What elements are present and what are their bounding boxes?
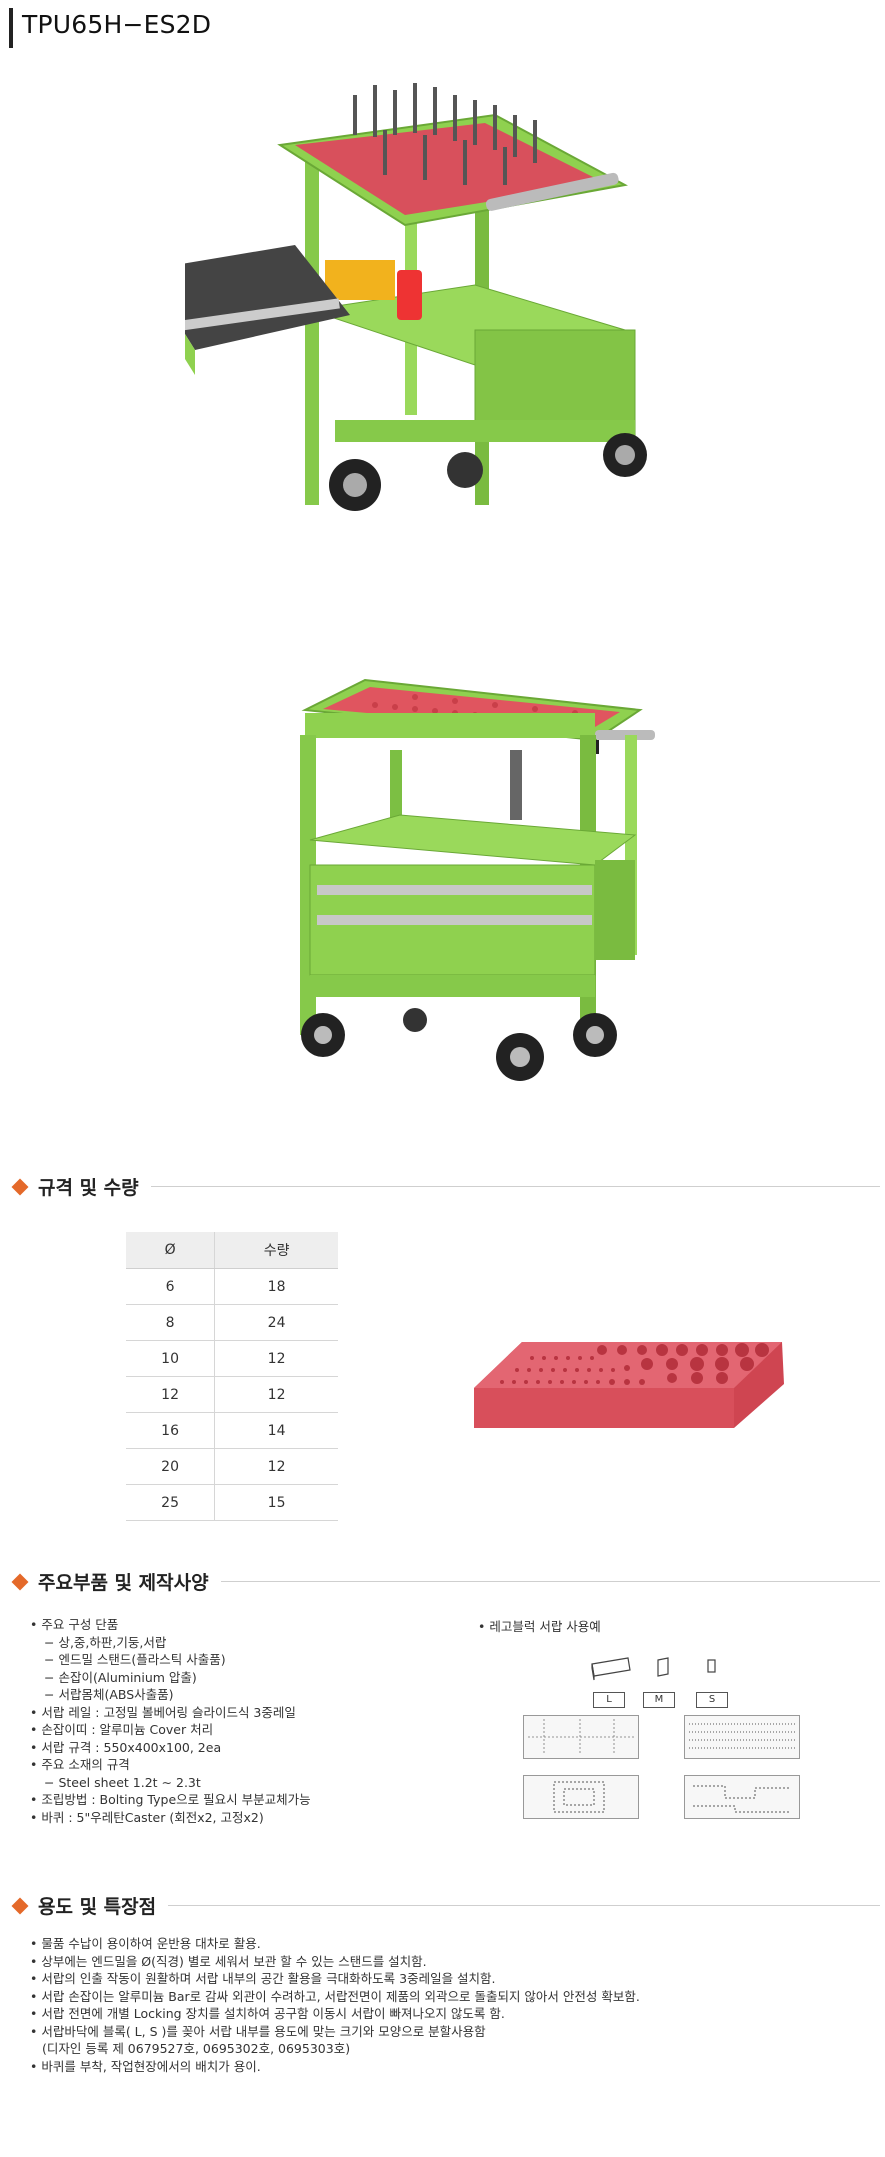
table-row: 10 12: [126, 1340, 338, 1377]
list-item: 서랍의 인출 작동이 원활하며 서랍 내부의 공간 활용을 극대화하도록 3중레…: [30, 1970, 640, 1988]
section-divider: [168, 1905, 880, 1906]
list-item: 주요 구성 단품: [30, 1616, 311, 1634]
list-item: 서랍바닥에 블록( L, S )를 꽂아 서랍 내부를 용도에 맞는 크기와 모…: [30, 2023, 640, 2041]
section-title: 규격 및 수량: [38, 1177, 139, 1199]
section-divider: [220, 1581, 880, 1582]
section-parts-heading: 주요부품 및 제작사양: [10, 1568, 880, 1595]
column-header-quantity: 수량: [214, 1232, 338, 1269]
cell-quantity: 12: [214, 1448, 338, 1485]
cart-open-drawer-image: [185, 83, 647, 511]
cart-closed-image: [300, 678, 655, 1081]
table-row: 12 12: [126, 1376, 338, 1413]
list-subitem: − 손잡이(Aluminium 압출): [44, 1669, 197, 1685]
list-item: 바퀴 : 5"우레탄Caster (회전x2, 고정x2): [30, 1809, 311, 1827]
section-title: 용도 및 특장점: [38, 1896, 157, 1918]
lego-layout-example-1: [523, 1715, 639, 1759]
uses-features-list: 물품 수납이 용이하여 운반용 대차로 활용. 상부에는 엔드밀을 Ø(직경) …: [30, 1935, 640, 2076]
list-subitem: − Steel sheet 1.2t ∼ 2.3t: [44, 1774, 201, 1790]
section-title: 주요부품 및 제작사양: [38, 1572, 209, 1594]
list-item: 서랍 레일 : 고정밀 볼베어링 슬라이드식 3중레일: [30, 1704, 311, 1722]
endmill-stand-tray-image: [474, 1342, 784, 1428]
list-item: 바퀴를 부착, 작업현장에서의 배치가 용이.: [30, 2058, 640, 2076]
cell-quantity: 24: [214, 1304, 338, 1341]
list-item: 상부에는 엔드밀을 Ø(직경) 별로 세워서 보관 할 수 있는 스탠드를 설치…: [30, 1953, 640, 1971]
product-title: TPU65H−ES2D: [22, 10, 212, 39]
lego-tag-s: S: [696, 1692, 728, 1708]
cell-diameter: 6: [126, 1268, 216, 1305]
list-subitem: (디자인 등록 제 0679527호, 0695302호, 0695303호): [42, 2041, 351, 2056]
cell-quantity: 18: [214, 1268, 338, 1305]
table-row: 20 12: [126, 1448, 338, 1485]
section-spec-heading: 규격 및 수량: [10, 1173, 880, 1200]
diamond-bullet-icon: [11, 1897, 29, 1914]
cell-diameter: 25: [126, 1484, 216, 1521]
table-row: 6 18: [126, 1268, 338, 1305]
list-item: 주요 소재의 규격: [30, 1756, 311, 1774]
list-item: 손잡이띠 : 알루미늄 Cover 처리: [30, 1721, 311, 1739]
cell-quantity: 14: [214, 1412, 338, 1449]
list-subitem: − 상,중,하판,기둥,서랍: [44, 1634, 167, 1650]
spec-table: Ø 수량 6 18 8 24 10 12 12 12 16 14 20 12 25 15: [126, 1232, 338, 1521]
table-row: 16 14: [126, 1412, 338, 1449]
parts-spec-list: 주요 구성 단품 − 상,중,하판,기둥,서랍 − 엔드밀 스탠드(플라스틱 사…: [30, 1616, 311, 1827]
cell-diameter: 16: [126, 1412, 216, 1449]
table-row: 8 24: [126, 1304, 338, 1341]
cell-quantity: 12: [214, 1340, 338, 1377]
title-accent-bar: [9, 8, 13, 48]
list-subitem: − 엔드밀 스탠드(플라스틱 사출품): [44, 1652, 226, 1667]
list-subitem: − 서랍몸체(ABS사출품): [44, 1687, 174, 1702]
lego-tag-l: L: [593, 1692, 625, 1708]
lego-layout-example-3: [523, 1775, 639, 1819]
section-divider: [150, 1186, 880, 1187]
lego-tag-m: M: [643, 1692, 675, 1708]
cell-quantity: 12: [214, 1376, 338, 1413]
list-item: 서랍 손잡이는 알루미늄 Bar로 감싸 외관이 수려하고, 서랍전면이 제품의…: [30, 1988, 639, 2006]
list-item: 서랍 규격 : 550x400x100, 2ea: [30, 1739, 311, 1757]
lego-example-title: 레고블럭 서랍 사용예: [478, 1616, 600, 1635]
table-row: 25 15: [126, 1484, 338, 1521]
cell-diameter: 12: [126, 1376, 216, 1413]
table-header-row: Ø 수량: [126, 1232, 338, 1269]
list-item: 서랍 전면에 개별 Locking 장치를 설치하여 공구함 이동시 서랍이 빠…: [30, 2005, 640, 2023]
cell-diameter: 8: [126, 1304, 216, 1341]
lego-layout-example-2: [684, 1715, 800, 1759]
list-item: 물품 수납이 용이하여 운반용 대차로 활용.: [30, 1935, 640, 1953]
section-uses-heading: 용도 및 특장점: [10, 1892, 880, 1919]
cell-quantity: 15: [214, 1484, 338, 1521]
lego-layout-example-4: [684, 1775, 800, 1819]
cell-diameter: 10: [126, 1340, 216, 1377]
list-item: 조립방법 : Bolting Type으로 필요시 부분교체가능: [30, 1791, 310, 1809]
diamond-bullet-icon: [11, 1573, 29, 1590]
cell-diameter: 20: [126, 1448, 216, 1485]
diamond-bullet-icon: [11, 1178, 29, 1195]
lego-block-icons: [591, 1657, 716, 1681]
column-header-diameter: Ø: [126, 1232, 216, 1269]
